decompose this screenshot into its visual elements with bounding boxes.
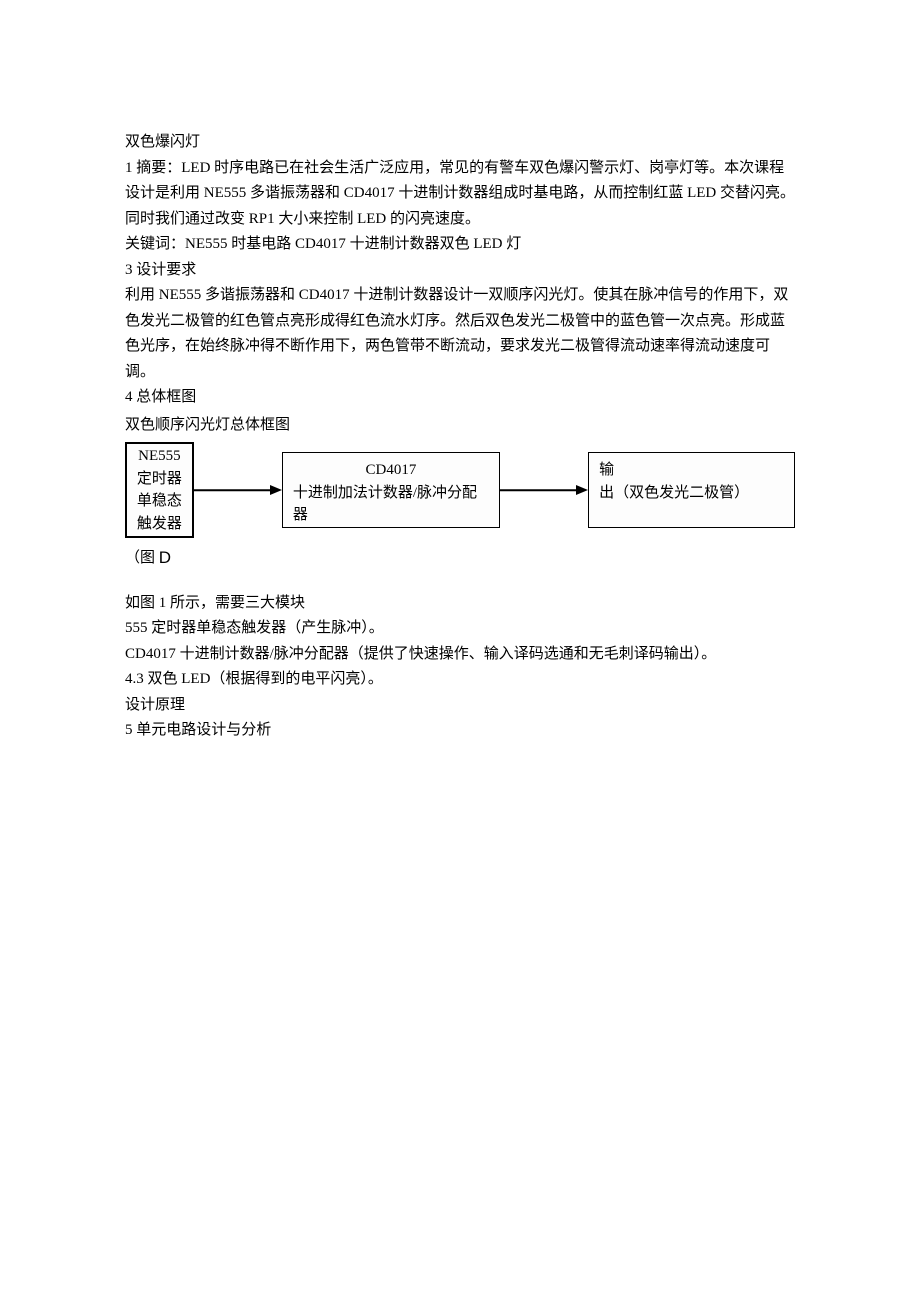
block-cd4017-l1: CD4017	[293, 459, 489, 482]
tail-p5: 设计原理	[125, 693, 795, 719]
block-ne555-l4: 触发器	[133, 513, 186, 536]
tail-p6: 5 单元电路设计与分析	[125, 718, 795, 744]
block-cd4017: CD4017 十进制加法计数器/脉冲分配器	[282, 452, 500, 528]
block-ne555-l1: NE555	[133, 445, 186, 468]
block-ne555: NE555 定时器 单稳态 触发器	[125, 442, 194, 538]
figure-caption: （图 D	[125, 544, 795, 573]
spacer	[125, 573, 795, 591]
tail-p1: 如图 1 所示，需要三大模块	[125, 591, 795, 617]
section-requirements-body: 利用 NE555 多谐振荡器和 CD4017 十进制计数器设计一双顺序闪光灯。使…	[125, 283, 795, 385]
diagram-title: 双色顺序闪光灯总体框图	[125, 413, 795, 439]
tail-p2: 555 定时器单稳态触发器（产生脉冲）。	[125, 616, 795, 642]
arrow-head-icon	[576, 485, 588, 495]
caption-text: （图	[125, 550, 159, 566]
block-cd4017-l2: 十进制加法计数器/脉冲分配器	[293, 482, 489, 527]
section-requirements-heading: 3 设计要求	[125, 258, 795, 284]
block-ne555-l3: 单稳态	[133, 490, 186, 513]
block-diagram: NE555 定时器 单稳态 触发器 CD4017 十进制加法计数器/脉冲分配器 …	[125, 442, 795, 538]
title: 双色爆闪灯	[125, 130, 795, 156]
arrow-head-icon	[270, 485, 282, 495]
arrow-2	[500, 481, 588, 499]
block-output: 输出（双色发光二极管）	[588, 452, 795, 528]
keywords: 关键词：NE555 时基电路 CD4017 十进制计数器双色 LED 灯	[125, 232, 795, 258]
block-output-prefix: 输	[599, 462, 614, 478]
tail-p3: CD4017 十进制计数器/脉冲分配器（提供了快速操作、输入译码选通和无毛刺译码…	[125, 642, 795, 668]
section-block-heading: 4 总体框图	[125, 385, 795, 411]
block-ne555-l2: 定时器	[133, 468, 186, 491]
caption-letter: D	[159, 548, 171, 567]
arrow-1	[194, 481, 282, 499]
tail-p4: 4.3 双色 LED（根据得到的电平闪亮）。	[125, 667, 795, 693]
document-page: 双色爆闪灯 1 摘要：LED 时序电路已在社会生活广泛应用，常见的有警车双色爆闪…	[0, 0, 920, 1301]
abstract: 1 摘要：LED 时序电路已在社会生活广泛应用，常见的有警车双色爆闪警示灯、岗亭…	[125, 156, 795, 233]
block-output-rest: 出（双色发光二极管）	[599, 485, 749, 501]
arrow-line	[500, 489, 576, 491]
diagram-row: NE555 定时器 单稳态 触发器 CD4017 十进制加法计数器/脉冲分配器 …	[125, 442, 795, 538]
arrow-line	[194, 489, 270, 491]
